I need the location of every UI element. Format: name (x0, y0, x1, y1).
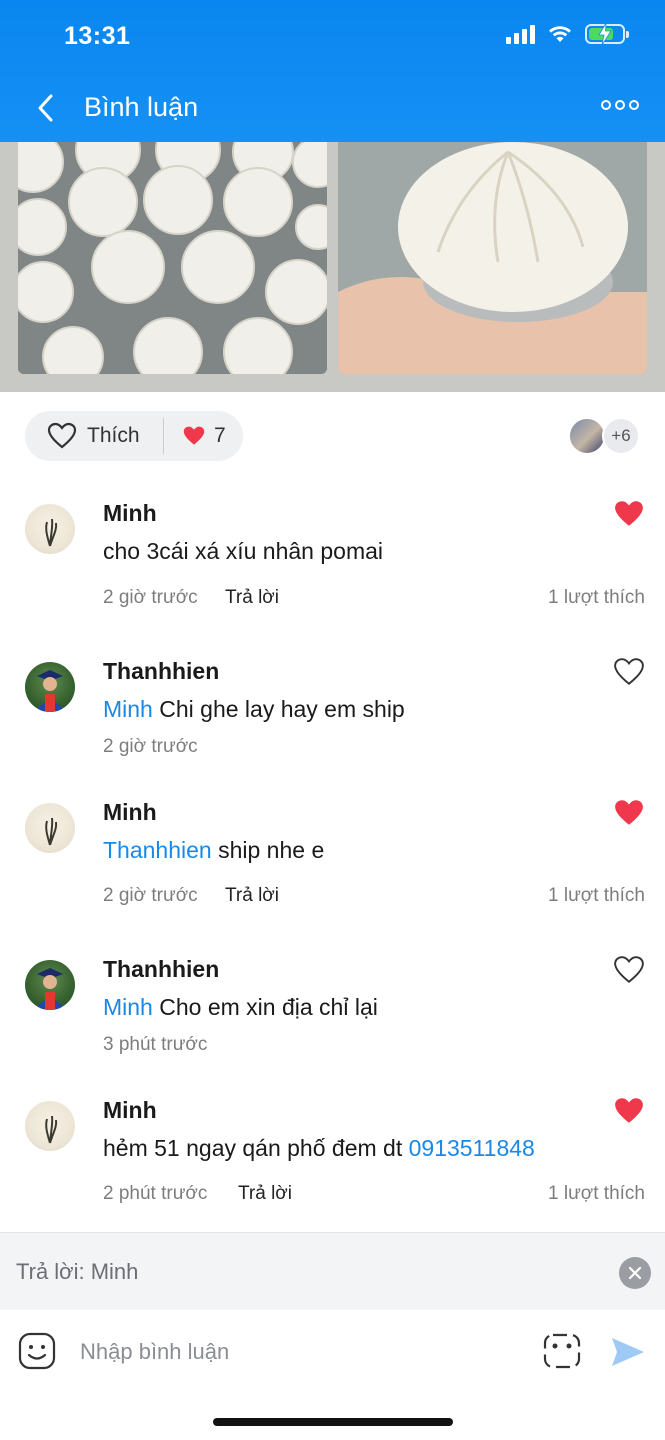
heart-outline-icon[interactable] (613, 657, 645, 687)
reply-button[interactable]: Trả lời (225, 885, 279, 907)
chevron-left-icon (38, 94, 53, 122)
status-icons (506, 23, 629, 45)
more-options-button[interactable] (601, 100, 639, 110)
comment-time: 2 giờ trước (103, 736, 198, 757)
comment-time: 2 phút trước (103, 1183, 208, 1204)
avatar[interactable] (25, 960, 75, 1010)
like-bar: Thích 7 (25, 411, 243, 461)
reply-target-bar: Trả lời: Minh (0, 1232, 665, 1310)
home-indicator (213, 1418, 453, 1426)
comment-like-count[interactable]: 1 lượt thích (548, 885, 645, 907)
cancel-reply-button[interactable] (619, 1257, 651, 1289)
page-title: Bình luận (84, 92, 199, 122)
comment-item: Minh Thanhhien ship nhe e 2 giờ trước Tr… (0, 795, 665, 935)
comment-author[interactable]: Thanhhien (103, 956, 219, 983)
comment-like-count[interactable]: 1 lượt thích (548, 587, 645, 609)
comment-item: Thanhhien Minh Chi ghe lay hay em ship 2… (0, 654, 665, 774)
comment-text-body: hẻm 51 ngay qán phố đem dt (103, 1135, 409, 1161)
app-header: 13:31 Bình luận (0, 0, 665, 142)
battery-icon (585, 23, 629, 45)
comment-author[interactable]: Minh (103, 500, 157, 527)
heart-filled-icon[interactable] (613, 499, 645, 529)
reply-button[interactable]: Trả lời (225, 587, 279, 609)
avatar[interactable] (25, 662, 75, 712)
like-button[interactable]: Thích (25, 422, 163, 450)
comment-input-bar (0, 1310, 665, 1440)
like-count: 7 (214, 424, 226, 447)
comment-text: Minh Cho em xin địa chỉ lại (103, 994, 378, 1021)
status-time: 13:31 (64, 22, 131, 50)
mention-link[interactable]: Minh (103, 696, 153, 722)
mention-link[interactable]: Thanhhien (103, 837, 212, 863)
comment-time: 2 giờ trước (103, 885, 198, 906)
close-icon (628, 1266, 642, 1280)
comment-item: Thanhhien Minh Cho em xin địa chỉ lại 3 … (0, 952, 665, 1072)
avatar[interactable] (25, 803, 75, 853)
post-photo-buns-tray[interactable] (18, 142, 327, 374)
comment-time: 3 phút trước (103, 1034, 208, 1055)
likers-list[interactable]: +6 (568, 417, 640, 455)
comment-author[interactable]: Minh (103, 1097, 157, 1124)
send-icon[interactable] (608, 1332, 648, 1372)
avatar[interactable] (25, 504, 75, 554)
heart-filled-icon[interactable] (613, 798, 645, 828)
post-photo-bun-hand[interactable] (338, 142, 647, 374)
comment-text: cho 3cái xá xíu nhân pomai (103, 538, 384, 564)
heart-outline-icon[interactable] (613, 955, 645, 985)
avatar[interactable] (25, 1101, 75, 1151)
more-likers-count: +6 (602, 417, 640, 455)
back-button[interactable] (30, 92, 62, 124)
cellular-signal-icon (506, 24, 535, 44)
comment-text: hẻm 51 ngay qán phố đem dt 0913511848 (103, 1135, 535, 1162)
mention-link[interactable]: Minh (103, 994, 153, 1020)
comment-item: Minh hẻm 51 ngay qán phố đem dt 09135118… (0, 1093, 665, 1223)
reaction-count[interactable]: 7 (164, 424, 226, 448)
like-label: Thích (87, 424, 140, 447)
heart-filled-icon[interactable] (613, 1096, 645, 1126)
emoji-icon[interactable] (18, 1332, 56, 1370)
wifi-icon (549, 26, 571, 42)
comment-item: Minh cho 3cái xá xíu nhân pomai 2 giờ tr… (0, 496, 665, 636)
comment-text: Thanhhien ship nhe e (103, 837, 324, 864)
comment-like-count[interactable]: 1 lượt thích (548, 1183, 645, 1205)
comment-text: Minh Chi ghe lay hay em ship (103, 696, 405, 723)
comment-text-body: ship nhe e (211, 837, 325, 863)
comment-author[interactable]: Thanhhien (103, 658, 219, 685)
heart-filled-icon (183, 426, 205, 445)
phone-link[interactable]: 0913511848 (409, 1135, 535, 1161)
post-images (0, 142, 665, 392)
bun-in-hand-image (338, 142, 647, 374)
avatar (568, 417, 606, 455)
buns-tray-image (18, 142, 327, 374)
comment-author[interactable]: Minh (103, 799, 157, 826)
reply-button[interactable]: Trả lời (238, 1183, 292, 1205)
comment-text-body: Cho em xin địa chỉ lại (152, 994, 378, 1020)
heart-outline-icon (47, 422, 77, 449)
comment-input[interactable] (80, 1332, 520, 1372)
comment-time: 2 giờ trước (103, 587, 198, 608)
reply-target-label: Trả lời: Minh (16, 1259, 139, 1284)
image-picker-icon[interactable] (543, 1332, 581, 1370)
comment-text-body: Chi ghe lay hay em ship (152, 696, 405, 722)
